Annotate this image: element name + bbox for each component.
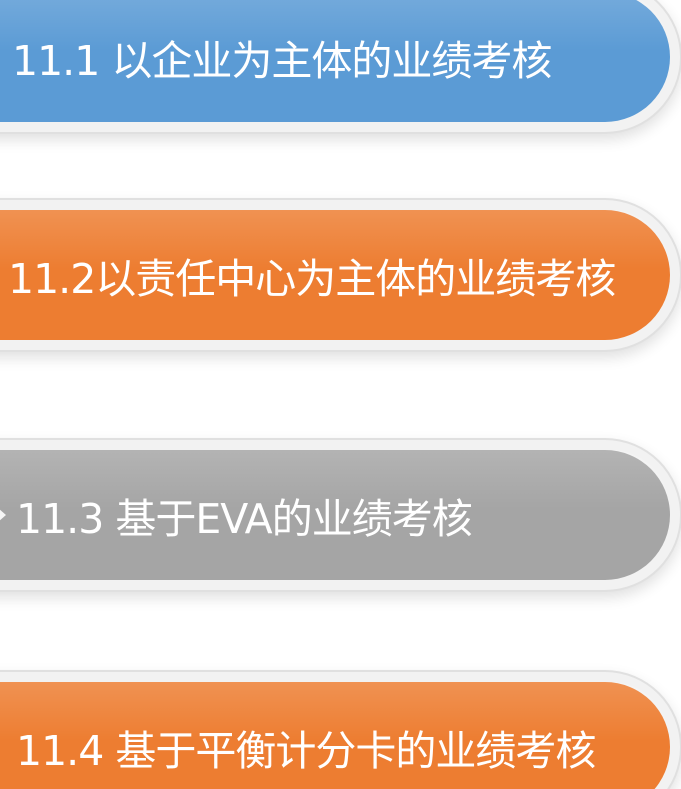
- arrow-bullet-icon: [0, 508, 6, 522]
- section-tab-11-1[interactable]: 11.1 以企业为主体的业绩考核: [0, 0, 670, 122]
- section-tab-label: 11.2以责任中心为主体的业绩考核: [8, 255, 616, 303]
- section-tab-11-4[interactable]: 11.4 基于平衡计分卡的业绩考核: [0, 682, 670, 789]
- section-tab-label: 11.4 基于平衡计分卡的业绩考核: [16, 727, 596, 775]
- slide-canvas: 11.1 以企业为主体的业绩考核 11.2以责任中心为主体的业绩考核 11.3 …: [0, 0, 681, 789]
- section-tab-11-2[interactable]: 11.2以责任中心为主体的业绩考核: [0, 210, 670, 340]
- section-tab-label: 11.1 以企业为主体的业绩考核: [12, 37, 552, 85]
- section-tab-label: 11.3 基于EVA的业绩考核: [16, 495, 473, 543]
- section-tab-11-3[interactable]: 11.3 基于EVA的业绩考核: [0, 450, 670, 580]
